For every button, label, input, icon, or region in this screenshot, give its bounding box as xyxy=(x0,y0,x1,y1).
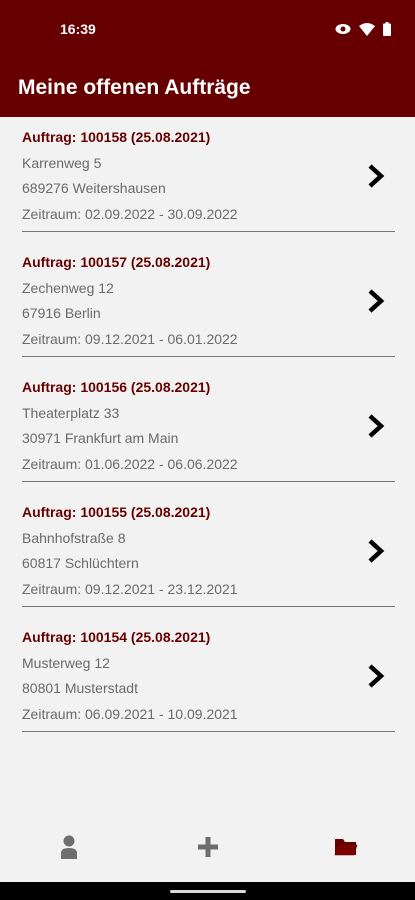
status-bar: 16:39 xyxy=(0,0,415,60)
divider xyxy=(22,481,395,482)
order-title: Auftrag: 100155 (25.08.2021) xyxy=(22,504,211,520)
divider xyxy=(22,606,395,607)
chevron-right-icon[interactable] xyxy=(367,163,385,189)
order-street: Musterweg 12 xyxy=(22,655,110,671)
order-street: Zechenweg 12 xyxy=(22,280,114,296)
chevron-right-icon[interactable] xyxy=(367,663,385,689)
battery-icon xyxy=(383,22,391,36)
plus-icon xyxy=(198,837,218,857)
order-item[interactable]: Auftrag: 100155 (25.08.2021) Bahnhofstra… xyxy=(0,492,415,617)
order-title: Auftrag: 100158 (25.08.2021) xyxy=(22,129,211,145)
order-item[interactable]: Auftrag: 100156 (25.08.2021) Theaterplat… xyxy=(0,367,415,492)
divider xyxy=(22,231,395,232)
person-icon xyxy=(61,835,77,859)
chevron-right-icon[interactable] xyxy=(367,538,385,564)
gesture-bar-area xyxy=(0,882,415,900)
order-list: Auftrag: 100158 (25.08.2021) Karrenweg 5… xyxy=(0,117,415,742)
status-time: 16:39 xyxy=(60,21,96,37)
order-period: Zeitraum: 02.09.2022 - 30.09.2022 xyxy=(22,206,238,222)
eye-icon xyxy=(335,24,351,34)
page-title: Meine offenen Aufträge xyxy=(18,76,251,99)
bottom-navigation xyxy=(0,820,415,882)
order-item[interactable]: Auftrag: 100158 (25.08.2021) Karrenweg 5… xyxy=(0,117,415,242)
order-street: Bahnhofstraße 8 xyxy=(22,530,126,546)
order-period: Zeitraum: 09.12.2021 - 06.01.2022 xyxy=(22,331,238,347)
order-city: 80801 Musterstadt xyxy=(22,680,138,696)
order-period: Zeitraum: 09.12.2021 - 23.12.2021 xyxy=(22,581,238,597)
order-city: 67916 Berlin xyxy=(22,305,101,321)
nav-orders-button[interactable] xyxy=(331,832,361,862)
chevron-right-icon[interactable] xyxy=(367,288,385,314)
order-street: Karrenweg 5 xyxy=(22,155,102,171)
order-period: Zeitraum: 01.06.2022 - 06.06.2022 xyxy=(22,456,238,472)
order-item[interactable]: Auftrag: 100157 (25.08.2021) Zechenweg 1… xyxy=(0,242,415,367)
order-city: 689276 Weitershausen xyxy=(22,180,166,196)
divider xyxy=(22,731,395,732)
order-title: Auftrag: 100157 (25.08.2021) xyxy=(22,254,211,270)
order-title: Auftrag: 100154 (25.08.2021) xyxy=(22,629,211,645)
nav-profile-button[interactable] xyxy=(54,832,84,862)
order-period: Zeitraum: 06.09.2021 - 10.09.2021 xyxy=(22,706,238,722)
folder-icon xyxy=(334,839,358,856)
status-icons xyxy=(335,22,391,36)
order-city: 30971 Frankfurt am Main xyxy=(22,430,179,446)
app-bar: Meine offenen Aufträge xyxy=(0,60,415,117)
wifi-icon xyxy=(359,22,375,36)
chevron-right-icon[interactable] xyxy=(367,413,385,439)
nav-add-button[interactable] xyxy=(193,832,223,862)
order-street: Theaterplatz 33 xyxy=(22,405,120,421)
order-title: Auftrag: 100156 (25.08.2021) xyxy=(22,379,211,395)
order-item[interactable]: Auftrag: 100154 (25.08.2021) Musterweg 1… xyxy=(0,617,415,742)
divider xyxy=(22,356,395,357)
order-city: 60817 Schlüchtern xyxy=(22,555,139,571)
home-indicator[interactable] xyxy=(170,890,246,893)
